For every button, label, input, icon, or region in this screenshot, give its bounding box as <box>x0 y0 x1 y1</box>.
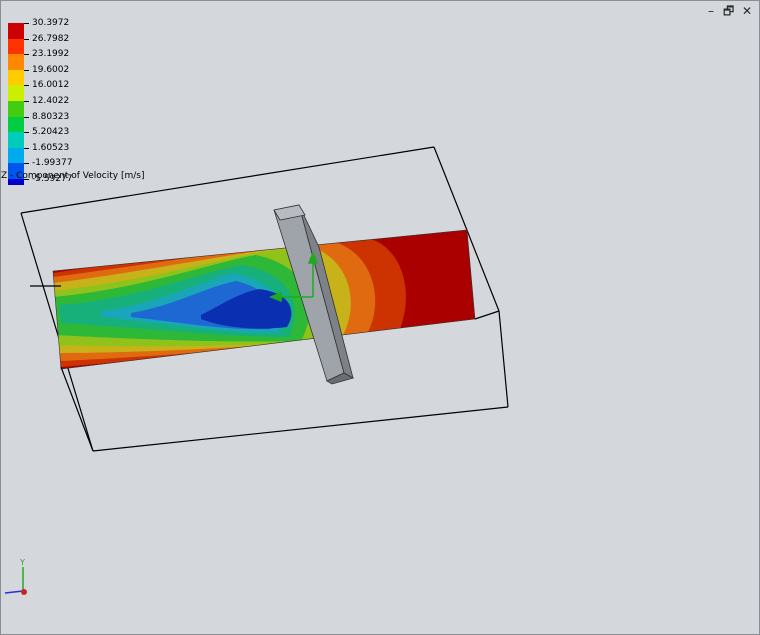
velocity-cut-plot <box>53 230 475 369</box>
legend-tick <box>24 132 29 134</box>
legend-value: 23.1992 <box>32 49 70 60</box>
legend-swatch <box>8 147 24 164</box>
legend-swatch <box>8 69 24 86</box>
legend-tick <box>24 147 29 149</box>
legend-swatch <box>8 38 24 55</box>
legend-value: 8.80323 <box>32 111 70 122</box>
triad-y-label: Y <box>19 558 25 567</box>
legend-value: 5.20423 <box>32 127 70 138</box>
legend-swatch <box>8 116 24 133</box>
legend-value: 12.4022 <box>32 96 70 106</box>
legend-tick <box>24 54 29 56</box>
legend-swatch <box>8 85 24 101</box>
legend-tick <box>24 38 29 40</box>
legend-swatch <box>8 23 24 39</box>
legend-value: 1.60523 <box>32 142 70 153</box>
legend-value: 16.0012 <box>32 80 70 91</box>
legend-swatch <box>8 101 24 117</box>
legend-tick <box>24 163 29 165</box>
legend-value: 26.7982 <box>32 33 70 44</box>
legend-tick <box>24 85 29 87</box>
coordinate-triad: Y <box>4 558 27 595</box>
legend-tick <box>24 101 29 102</box>
legend-swatch <box>8 132 24 148</box>
legend-title: Z - Component of Velocity [m/s] <box>1 171 145 181</box>
legend-value: 19.6002 <box>32 64 70 75</box>
legend-tick <box>24 23 29 24</box>
legend-tick <box>24 69 29 71</box>
legend-value: -1.99377 <box>32 158 73 169</box>
legend-tick <box>24 116 29 118</box>
legend-swatch <box>8 54 24 70</box>
graphics-viewport[interactable]: – 🗗 ✕ Y 30.3972 26.7982 23.1992 19.6002 … <box>0 0 760 635</box>
legend-value: 30.3972 <box>32 18 70 28</box>
